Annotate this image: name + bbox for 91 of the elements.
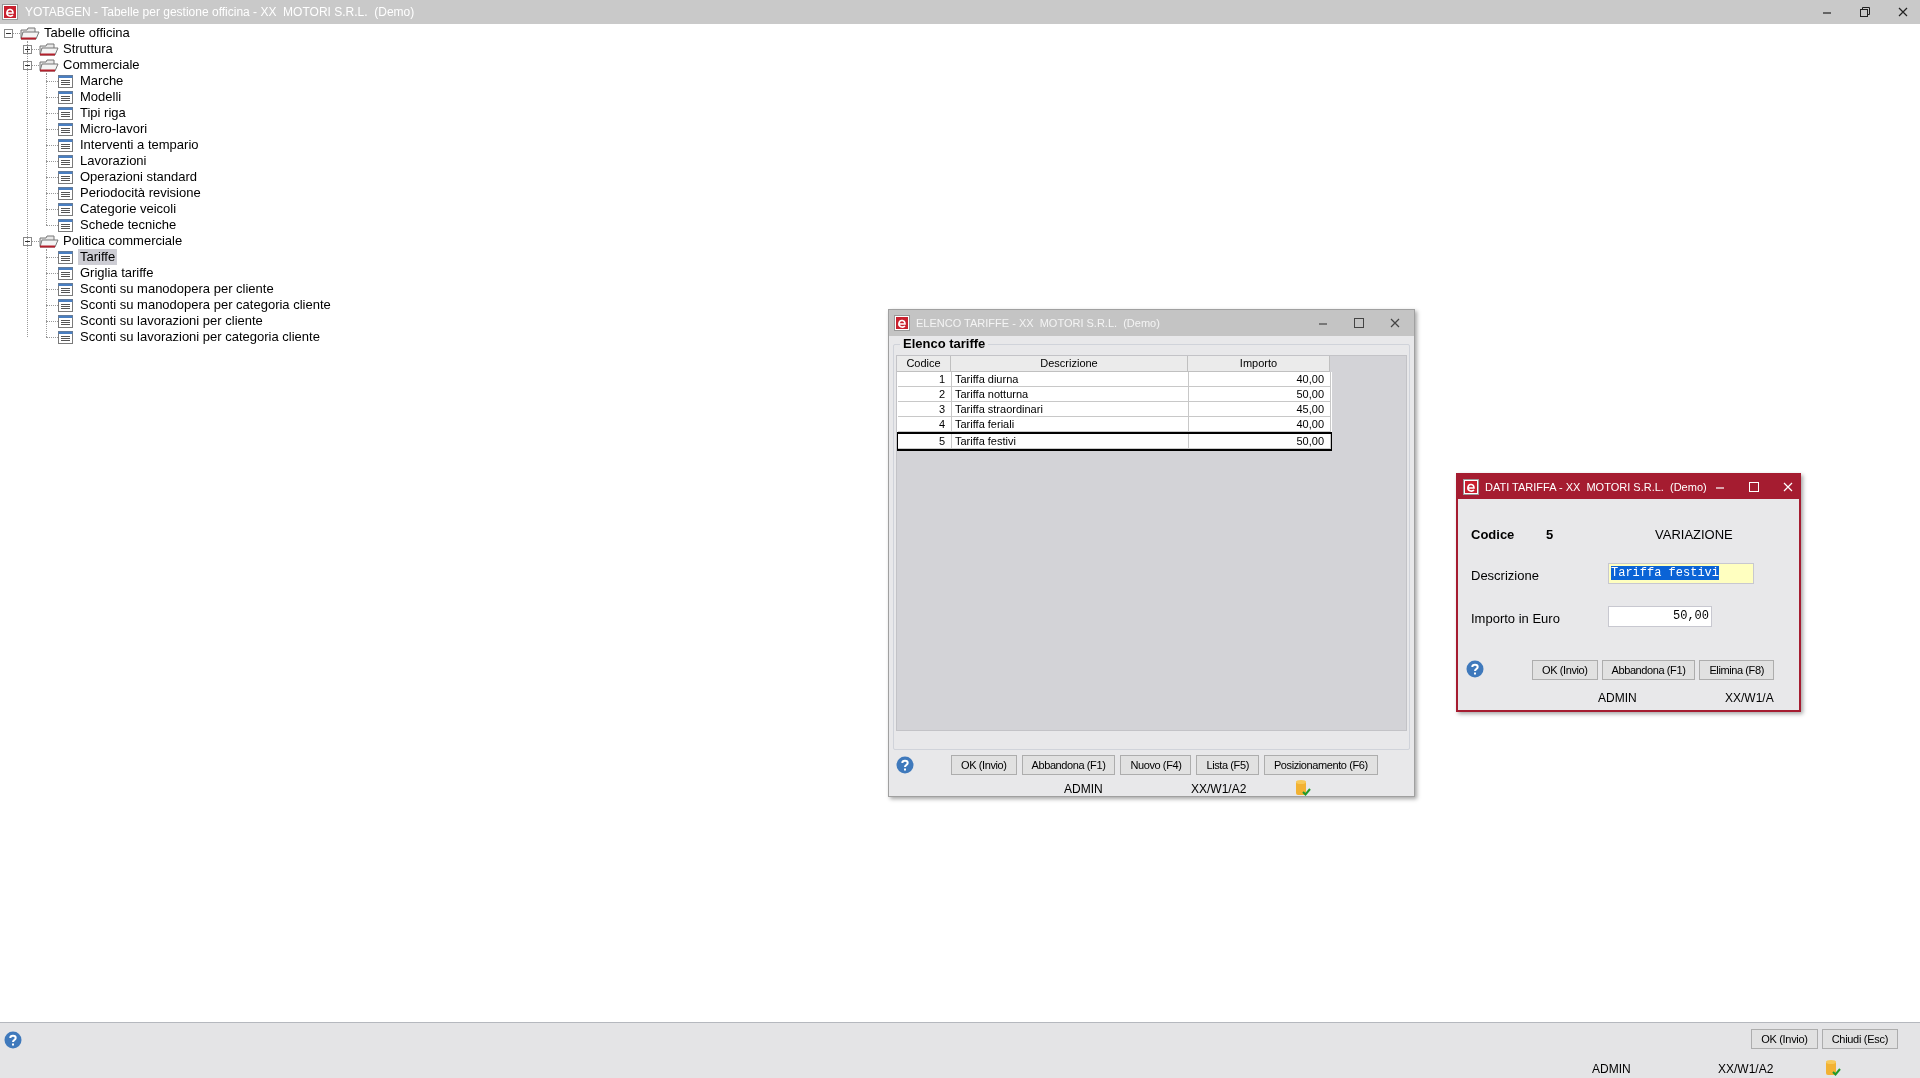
column-header[interactable]: Codice: [897, 356, 951, 372]
tree-item[interactable]: Sconti su manodopera per cliente: [78, 281, 276, 297]
tree-item[interactable]: Schede tecniche: [78, 217, 179, 233]
document-icon: [58, 250, 73, 264]
tree-item[interactable]: Sconti su manodopera per categoria cliente: [78, 297, 333, 313]
tree-item[interactable]: Politica commerciale: [62, 233, 184, 249]
collapse-icon[interactable]: [23, 60, 32, 70]
table-row[interactable]: 3 Tariffa straordinari 45,00: [897, 402, 1332, 417]
tree-item[interactable]: Sconti su lavorazioni per cliente: [78, 313, 265, 329]
folder-icon: [39, 42, 59, 56]
document-icon: [58, 298, 73, 312]
tree-item[interactable]: Commerciale: [62, 57, 141, 73]
restore-icon[interactable]: [1860, 7, 1870, 17]
table-cell: 5: [898, 434, 952, 449]
tree-item[interactable]: Struttura: [62, 41, 114, 57]
status-user: ADMIN: [1598, 690, 1637, 707]
mode-label: VARIAZIONE: [1655, 526, 1733, 544]
document-icon: [58, 314, 73, 328]
status-station: XX/W1/A2: [1191, 780, 1247, 798]
document-icon: [58, 106, 73, 120]
tree-item[interactable]: Tipi riga: [78, 105, 128, 121]
status-station: XX/W1/A2: [1718, 1061, 1774, 1078]
document-icon: [58, 282, 73, 296]
table-row[interactable]: 4 Tariffa feriali 40,00: [897, 417, 1332, 432]
document-icon: [58, 90, 73, 104]
field-label: Descrizione: [1471, 567, 1539, 585]
document-icon: [58, 186, 73, 200]
tree-item[interactable]: Micro-lavori: [78, 121, 150, 137]
close-icon[interactable]: [1898, 7, 1908, 17]
button[interactable]: Abbandona (F1): [1021, 754, 1116, 775]
document-icon: [58, 202, 73, 216]
input-field[interactable]: 50,00: [1608, 606, 1712, 627]
close-icon[interactable]: [1390, 318, 1400, 328]
tree-item[interactable]: Lavorazioni: [78, 153, 149, 169]
collapse-icon[interactable]: [4, 28, 13, 38]
button[interactable]: Posizionamento (F6): [1263, 754, 1378, 775]
help-icon[interactable]: [4, 1031, 22, 1049]
collapse-icon[interactable]: [23, 236, 32, 246]
document-icon: [58, 74, 73, 88]
button[interactable]: Abbandona (F1): [1601, 660, 1696, 680]
help-icon[interactable]: [1466, 660, 1484, 678]
tree-item[interactable]: Sconti su lavorazioni per categoria cliente: [78, 329, 322, 345]
document-icon: [58, 218, 73, 232]
help-icon[interactable]: [896, 755, 914, 774]
app-logo-icon: [1463, 479, 1479, 495]
tree-item[interactable]: Griglia tariffe: [78, 265, 156, 281]
tree-item[interactable]: Operazioni standard: [78, 169, 200, 185]
button[interactable]: OK (Invio): [951, 754, 1017, 775]
tree-item[interactable]: Categorie veicoli: [78, 201, 179, 217]
document-icon: [58, 266, 73, 280]
dialog-title: DATI TARIFFA - XX MOTORI S.R.L. (Demo): [1485, 479, 1707, 495]
expand-icon[interactable]: [23, 44, 32, 54]
database-check-icon: [1825, 1059, 1841, 1077]
field-label: Importo in Euro: [1471, 610, 1560, 628]
code-value: 5: [1546, 526, 1554, 544]
document-icon: [58, 170, 73, 184]
button[interactable]: OK (Invio): [1532, 660, 1598, 680]
button[interactable]: Lista (F5): [1196, 754, 1259, 775]
field-label: Codice: [1471, 526, 1515, 544]
button[interactable]: Chiudi (Esc): [1821, 1029, 1898, 1049]
app-logo-icon: [2, 4, 18, 20]
button[interactable]: OK (Invio): [1751, 1029, 1818, 1049]
tree-item[interactable]: Modelli: [78, 89, 124, 105]
table-row[interactable]: 1 Tariffa diurna 40,00: [897, 372, 1332, 387]
document-icon: [58, 154, 73, 168]
tree-item[interactable]: Marche: [78, 73, 126, 89]
app-logo-icon: [894, 315, 910, 331]
folder-icon: [20, 26, 40, 40]
button[interactable]: Elimina (F8): [1699, 660, 1774, 680]
document-icon: [58, 330, 73, 344]
folder-icon: [39, 58, 59, 72]
tree-item[interactable]: Periodocità revisione: [78, 185, 203, 201]
database-check-icon: [1295, 778, 1311, 797]
status-station: XX/W1/A: [1725, 690, 1774, 707]
column-header[interactable]: Importo: [1188, 356, 1330, 372]
tree-item[interactable]: Interventi a tempario: [78, 137, 201, 153]
document-icon: [58, 122, 73, 136]
document-icon: [58, 138, 73, 152]
input-field[interactable]: Tariffa festivi: [1608, 563, 1754, 584]
maximize-icon[interactable]: [1354, 318, 1364, 328]
folder-icon: [39, 234, 59, 248]
status-user: ADMIN: [1064, 780, 1103, 798]
column-header[interactable]: Descrizione: [951, 356, 1188, 372]
button[interactable]: Nuovo (F4): [1120, 754, 1192, 775]
table-row[interactable]: 2 Tariffa notturna 50,00: [897, 387, 1332, 402]
table-cell: Tariffa festivi: [952, 434, 1189, 449]
tree-item[interactable]: Tariffe: [78, 249, 118, 265]
status-user: ADMIN: [1592, 1061, 1631, 1078]
table-cell: 50,00: [1189, 434, 1331, 449]
tree-item[interactable]: Tabelle officina: [43, 25, 131, 41]
table-row[interactable]: 5 Tariffa festivi 50,00: [897, 432, 1332, 451]
